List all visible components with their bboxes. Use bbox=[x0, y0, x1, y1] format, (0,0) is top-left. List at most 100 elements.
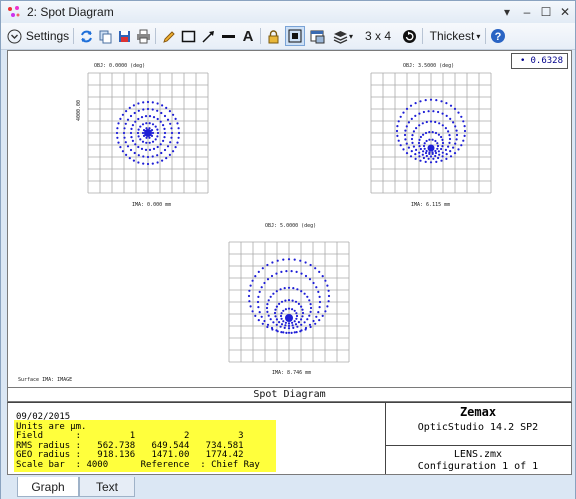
spot-point bbox=[452, 121, 455, 124]
layout-selector[interactable]: 3 x 4 bbox=[360, 26, 396, 46]
spot-point bbox=[272, 292, 275, 295]
spot-point bbox=[290, 270, 293, 273]
arrow-icon[interactable] bbox=[199, 26, 217, 46]
spot-point bbox=[455, 129, 458, 132]
spot-point bbox=[432, 157, 435, 160]
spot-point bbox=[397, 120, 400, 123]
maximize-button[interactable]: ☐ bbox=[538, 4, 554, 20]
tab-graph[interactable]: Graph bbox=[17, 477, 79, 497]
thickness-dropdown[interactable]: Thickest ▾ bbox=[427, 26, 483, 46]
spot-point bbox=[159, 120, 162, 123]
spot-point bbox=[287, 286, 291, 289]
spot-point bbox=[421, 122, 424, 125]
spot-point bbox=[301, 315, 304, 318]
spot-point bbox=[125, 153, 128, 156]
layers-dropdown[interactable]: ▾ bbox=[329, 26, 357, 46]
rectangle-icon[interactable] bbox=[179, 26, 197, 46]
spot-point bbox=[279, 288, 282, 291]
spot-point bbox=[429, 155, 433, 158]
minimize-button[interactable]: – bbox=[519, 4, 535, 20]
tab-text[interactable]: Text bbox=[79, 477, 135, 497]
spot-point bbox=[275, 272, 278, 275]
spot-point bbox=[132, 159, 135, 162]
spot-point bbox=[308, 314, 311, 317]
toolbar-separator bbox=[485, 28, 486, 44]
spot-point bbox=[309, 310, 312, 313]
pin-icon[interactable]: ▾ bbox=[499, 4, 515, 20]
spot-point bbox=[318, 319, 321, 322]
rotate-icon[interactable] bbox=[400, 26, 418, 46]
spot-point bbox=[455, 138, 458, 141]
lock-icon[interactable] bbox=[264, 26, 282, 46]
fit-view-icon[interactable] bbox=[285, 26, 305, 46]
spot-point bbox=[428, 131, 431, 134]
spot-point bbox=[440, 159, 443, 162]
line-icon[interactable] bbox=[219, 26, 237, 46]
close-button[interactable]: ✕ bbox=[557, 4, 573, 20]
spot-point bbox=[321, 275, 324, 278]
spot-point bbox=[300, 272, 303, 275]
help-icon[interactable]: ? bbox=[489, 26, 507, 46]
spot-point bbox=[159, 143, 162, 146]
spot-point bbox=[418, 124, 421, 127]
spot-point bbox=[418, 145, 421, 148]
spot-point bbox=[411, 134, 414, 137]
spot-point bbox=[312, 319, 315, 323]
spot-point bbox=[441, 155, 444, 158]
spot-point bbox=[293, 258, 296, 261]
spot-point bbox=[405, 152, 409, 155]
spot-point bbox=[156, 154, 159, 157]
spot-point bbox=[431, 138, 434, 141]
spot-point bbox=[304, 326, 308, 330]
spot-point bbox=[128, 157, 131, 160]
spot-point bbox=[315, 315, 318, 318]
spot-point bbox=[455, 133, 459, 137]
spot-point bbox=[287, 258, 291, 261]
refresh-icon[interactable] bbox=[77, 26, 95, 46]
spot-point bbox=[145, 122, 148, 125]
spot-point bbox=[403, 133, 407, 137]
spot-point bbox=[301, 311, 305, 315]
spot-point bbox=[258, 311, 261, 314]
print-icon[interactable] bbox=[134, 26, 152, 46]
spot-point bbox=[177, 131, 181, 135]
spot-point bbox=[437, 156, 440, 160]
svg-text:?: ? bbox=[495, 31, 502, 43]
spot-point bbox=[285, 331, 288, 334]
wavelength-legend: • 0.6328 bbox=[511, 53, 568, 69]
window-icon[interactable] bbox=[308, 26, 326, 46]
spot-point bbox=[269, 318, 272, 321]
text-tool-icon[interactable]: A bbox=[239, 26, 257, 46]
chevron-down-icon: ▾ bbox=[476, 31, 481, 41]
spot-point bbox=[163, 148, 167, 152]
spot-point bbox=[425, 154, 428, 158]
spot-point bbox=[423, 147, 426, 150]
pencil-icon[interactable] bbox=[159, 26, 177, 46]
spot-point bbox=[151, 162, 154, 165]
spot-point bbox=[275, 318, 278, 321]
spot-point bbox=[156, 102, 159, 105]
spot-point bbox=[115, 131, 119, 135]
spot-point bbox=[422, 156, 425, 160]
spot-point bbox=[148, 122, 151, 125]
spot-point bbox=[309, 263, 312, 267]
spot-point bbox=[270, 326, 274, 330]
spot-point bbox=[441, 151, 444, 154]
spot-point bbox=[278, 302, 281, 305]
spot-point bbox=[292, 287, 295, 290]
spot-point bbox=[411, 141, 414, 144]
spot-point bbox=[254, 314, 257, 317]
copy-icon[interactable] bbox=[96, 26, 114, 46]
save-icon[interactable] bbox=[115, 26, 133, 46]
spot-point bbox=[321, 314, 324, 317]
spot-point bbox=[161, 159, 164, 162]
plot-ima-label: IMA: 0.000 mm bbox=[132, 202, 172, 208]
spot-point bbox=[146, 162, 150, 166]
spot-point bbox=[295, 270, 298, 273]
toolbar-separator bbox=[73, 28, 74, 44]
spot-point bbox=[428, 138, 431, 141]
spot-point bbox=[172, 150, 175, 153]
spot-point bbox=[287, 307, 291, 310]
settings-button[interactable]: Settings bbox=[5, 26, 71, 46]
spot-point bbox=[438, 122, 441, 125]
